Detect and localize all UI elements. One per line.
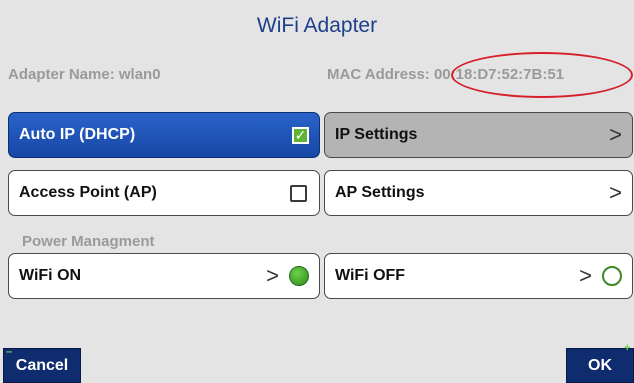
auto-ip-button[interactable]: Auto IP (DHCP) ✓ xyxy=(8,112,320,158)
wifi-on-label: WiFi ON xyxy=(19,267,82,284)
status-led-off-icon xyxy=(602,266,622,286)
wifi-off-button[interactable]: WiFi OFF > xyxy=(324,253,633,299)
ap-settings-label: AP Settings xyxy=(335,184,425,201)
cancel-label: Cancel xyxy=(15,356,69,374)
ip-settings-button[interactable]: IP Settings > xyxy=(324,112,633,158)
power-management-section-label: Power Managment xyxy=(22,233,155,250)
ip-settings-label: IP Settings xyxy=(335,126,418,143)
status-led-on-icon xyxy=(289,266,309,286)
wifi-off-label: WiFi OFF xyxy=(335,267,406,284)
auto-ip-label: Auto IP (DHCP) xyxy=(19,126,136,143)
chevron-right-icon: > xyxy=(609,122,622,147)
minus-corner-icon: – xyxy=(6,346,13,358)
access-point-label: Access Point (AP) xyxy=(19,184,157,201)
checked-checkbox-icon[interactable]: ✓ xyxy=(292,126,309,144)
page-title: WiFi Adapter xyxy=(256,14,378,37)
mac-highlight-ring xyxy=(451,52,633,98)
cancel-button[interactable]: Cancel xyxy=(3,348,81,383)
unchecked-checkbox-icon[interactable] xyxy=(290,184,307,202)
access-point-button[interactable]: Access Point (AP) xyxy=(8,170,320,216)
ok-label: OK xyxy=(588,356,612,374)
plus-corner-icon: + xyxy=(624,342,631,354)
chevron-right-icon: > xyxy=(266,263,279,288)
check-mark-icon: ✓ xyxy=(294,127,307,143)
ap-settings-button[interactable]: AP Settings > xyxy=(324,170,633,216)
chevron-right-icon: > xyxy=(609,180,622,205)
adapter-name-label: Adapter Name: wlan0 xyxy=(8,66,161,83)
wifi-on-button[interactable]: WiFi ON > xyxy=(8,253,320,299)
chevron-right-icon: > xyxy=(579,263,592,288)
